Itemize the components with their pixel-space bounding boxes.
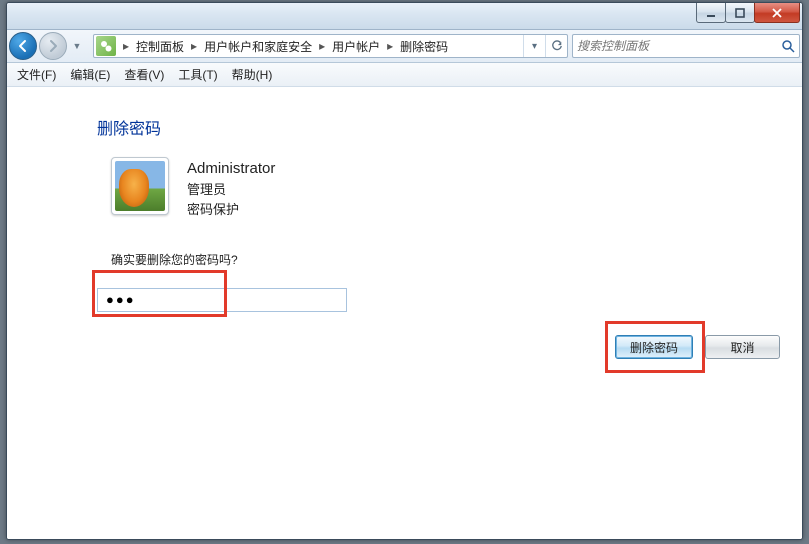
confirm-question: 确实要删除您的密码吗? bbox=[111, 251, 784, 268]
search-icon[interactable] bbox=[781, 39, 795, 53]
page-title: 删除密码 bbox=[97, 115, 784, 139]
arrow-right-icon bbox=[46, 39, 60, 53]
menu-file[interactable]: 文件(F) bbox=[13, 64, 60, 85]
address-bar[interactable]: ▸ 控制面板 ▸ 用户帐户和家庭安全 ▸ 用户帐户 ▸ 删除密码 ▾ bbox=[93, 34, 568, 58]
window-controls bbox=[697, 3, 800, 23]
user-meta: Administrator 管理员 密码保护 bbox=[187, 157, 275, 221]
button-row: 删除密码 取消 bbox=[615, 335, 780, 359]
breadcrumb[interactable]: 删除密码 bbox=[398, 35, 450, 57]
breadcrumb[interactable]: 用户帐户 bbox=[330, 35, 382, 57]
user-role: 管理员 bbox=[187, 180, 275, 200]
menu-help[interactable]: 帮助(H) bbox=[228, 64, 277, 85]
minimize-button[interactable] bbox=[696, 3, 726, 23]
chevron-right-icon[interactable]: ▸ bbox=[314, 35, 330, 57]
breadcrumb[interactable]: 控制面板 bbox=[134, 35, 186, 57]
nav-history-dropdown[interactable]: ▼ bbox=[69, 35, 85, 57]
forward-button[interactable] bbox=[39, 32, 67, 60]
menu-tools[interactable]: 工具(T) bbox=[174, 64, 221, 85]
search-box[interactable] bbox=[572, 34, 800, 58]
maximize-icon bbox=[734, 7, 746, 19]
remove-password-button[interactable]: 删除密码 bbox=[615, 335, 693, 359]
avatar bbox=[115, 161, 165, 211]
menu-bar: 文件(F) 编辑(E) 查看(V) 工具(T) 帮助(H) bbox=[7, 63, 802, 87]
nav-row: ▼ ▸ 控制面板 ▸ 用户帐户和家庭安全 ▸ 用户帐户 ▸ 删除密码 ▾ bbox=[7, 30, 802, 63]
refresh-button[interactable] bbox=[545, 35, 567, 57]
minimize-icon bbox=[705, 7, 717, 19]
control-panel-window: ▼ ▸ 控制面板 ▸ 用户帐户和家庭安全 ▸ 用户帐户 ▸ 删除密码 ▾ bbox=[6, 2, 803, 540]
avatar-frame bbox=[111, 157, 169, 215]
address-dropdown[interactable]: ▾ bbox=[523, 35, 545, 57]
refresh-icon bbox=[551, 40, 563, 52]
chevron-right-icon[interactable]: ▸ bbox=[186, 35, 202, 57]
titlebar bbox=[7, 3, 802, 30]
search-input[interactable] bbox=[577, 39, 781, 53]
menu-edit[interactable]: 编辑(E) bbox=[66, 64, 114, 85]
cancel-button[interactable]: 取消 bbox=[705, 335, 780, 359]
chevron-right-icon[interactable]: ▸ bbox=[382, 35, 398, 57]
user-info-row: Administrator 管理员 密码保护 bbox=[111, 157, 784, 221]
password-field-wrap bbox=[97, 288, 352, 312]
control-panel-icon bbox=[96, 36, 116, 56]
content-area: 删除密码 Administrator 管理员 密码保护 确实要删除您的密码吗? … bbox=[7, 87, 802, 539]
maximize-button[interactable] bbox=[725, 3, 755, 23]
user-name: Administrator bbox=[187, 157, 275, 180]
close-icon bbox=[771, 7, 783, 19]
user-status: 密码保护 bbox=[187, 200, 275, 220]
breadcrumb[interactable]: 用户帐户和家庭安全 bbox=[202, 35, 314, 57]
back-button[interactable] bbox=[9, 32, 37, 60]
close-button[interactable] bbox=[754, 3, 800, 23]
menu-view[interactable]: 查看(V) bbox=[120, 64, 168, 85]
arrow-left-icon bbox=[16, 39, 30, 53]
current-password-input[interactable] bbox=[97, 288, 347, 312]
chevron-right-icon[interactable]: ▸ bbox=[118, 35, 134, 57]
